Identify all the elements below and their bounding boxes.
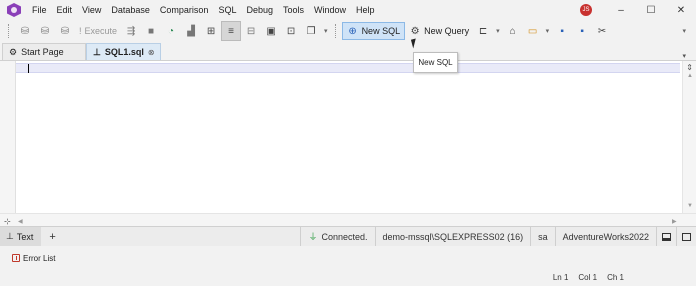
- split-editor-icon[interactable]: ⇕: [686, 63, 693, 72]
- menu-database[interactable]: Database: [106, 0, 155, 20]
- new-query-icon: ⚙: [410, 25, 420, 37]
- menu-sql[interactable]: SQL: [213, 0, 241, 20]
- error-list-button[interactable]: Error List: [23, 254, 55, 263]
- split-horizontal-icon[interactable]: ⊹: [4, 217, 11, 226]
- new-file-icon[interactable]: ⊏: [473, 21, 493, 41]
- toolbar-grip[interactable]: [8, 24, 11, 38]
- text-mode-icon[interactable]: ≡: [221, 21, 242, 41]
- save-all-icon[interactable]: ▪: [572, 21, 592, 41]
- new-sql-tooltip: New SQL: [413, 52, 458, 73]
- add-tab-icon[interactable]: +: [49, 231, 55, 243]
- minimize-icon: –: [618, 4, 624, 16]
- toolbar-grip-2[interactable]: [334, 24, 338, 38]
- gear-icon: ⚙: [9, 46, 18, 57]
- open-icon[interactable]: ⌂: [503, 21, 523, 41]
- pin-icon: ⊥: [93, 46, 101, 57]
- database-name[interactable]: AdventureWorks2022: [554, 227, 656, 246]
- pin-icon: ⊥: [6, 231, 14, 241]
- char-indicator: Ch 1: [607, 272, 624, 282]
- app-logo-icon: [7, 3, 21, 17]
- user-avatar[interactable]: JS: [580, 4, 592, 16]
- panel-bottom-icon: [662, 232, 671, 241]
- transaction-icon[interactable]: ⊡: [281, 21, 301, 41]
- execute-button[interactable]: ! Execute: [75, 22, 121, 40]
- text-view-tab[interactable]: ⊥ Text: [0, 227, 42, 246]
- error-list-bar: Error List: [0, 250, 696, 266]
- toolbar-options-icon[interactable]: ▾: [682, 27, 686, 35]
- scroll-down-icon[interactable]: ▼: [687, 203, 693, 209]
- new-sql-button[interactable]: ⊕ New SQL: [341, 22, 406, 40]
- new-sql-icon: ⊕: [348, 25, 357, 37]
- menu-file[interactable]: File: [27, 0, 52, 20]
- plan-icon[interactable]: ▣: [261, 21, 281, 41]
- error-list-icon: [12, 254, 20, 262]
- tree-icon[interactable]: ⊞: [201, 21, 221, 41]
- scroll-up-icon[interactable]: ▲: [687, 73, 693, 79]
- column-indicator: Col 1: [578, 272, 598, 282]
- close-icon: ✕: [676, 4, 686, 16]
- user-name[interactable]: sa: [530, 227, 555, 246]
- toolbar-overflow-arrow[interactable]: ▾: [324, 27, 328, 35]
- scroll-left-icon[interactable]: ◀: [18, 218, 23, 225]
- vertical-scrollbar[interactable]: ⇕ ▲ ▼: [682, 61, 696, 213]
- folder-dropdown-icon[interactable]: ▾: [546, 27, 550, 35]
- new-query-button[interactable]: ⚙ New Query: [405, 22, 473, 40]
- cut-icon[interactable]: ✂: [592, 21, 612, 41]
- document-tabs: ⚙ Start Page ⊥ SQL1.sql ⊗ ▾: [0, 42, 696, 60]
- stop-icon[interactable]: ■: [141, 21, 161, 41]
- toggle-fullscreen-button[interactable]: [676, 227, 696, 246]
- maximize-icon: ☐: [646, 4, 656, 16]
- connection-status: ⏚ Connected.: [300, 227, 374, 246]
- database-refresh-icon[interactable]: ⛁: [55, 21, 75, 41]
- database-connect-icon[interactable]: ⛁: [35, 21, 55, 41]
- editor-status-bar: ⊥ Text + ⏚ Connected. demo-mssql\SQLEXPR…: [0, 226, 696, 246]
- database-icon[interactable]: ⛁: [15, 21, 35, 41]
- folder-icon[interactable]: ▭: [523, 21, 543, 41]
- maximize-button[interactable]: ☐: [636, 0, 666, 20]
- save-icon[interactable]: ▪: [552, 21, 572, 41]
- sql-editor[interactable]: ⇕ ▲ ▼ ⊹ ◀ ▶: [0, 60, 696, 227]
- execute-icon: !: [79, 26, 82, 36]
- current-line-highlight: [16, 63, 680, 73]
- tab-close-icon[interactable]: ⊗: [148, 48, 155, 57]
- copy-windows-icon[interactable]: ❐: [301, 21, 321, 41]
- grid-icon[interactable]: ⊟: [241, 21, 261, 41]
- status-bar: Ln 1 Col 1 Ch 1: [0, 268, 696, 286]
- chart-icon[interactable]: ▟: [181, 21, 201, 41]
- menu-window[interactable]: Window: [309, 0, 351, 20]
- menu-debug[interactable]: Debug: [241, 0, 278, 20]
- line-indicator: Ln 1: [552, 272, 569, 282]
- close-window-button[interactable]: ✕: [666, 0, 696, 20]
- menu-tools[interactable]: Tools: [278, 0, 309, 20]
- minimize-button[interactable]: –: [606, 0, 636, 20]
- menu-edit[interactable]: Edit: [52, 0, 78, 20]
- toggle-results-button[interactable]: [656, 227, 676, 246]
- menu-bar: File Edit View Database Comparison SQL D…: [0, 0, 696, 20]
- tab-start-page[interactable]: ⚙ Start Page: [2, 43, 86, 60]
- main-toolbar: ⛁ ⛁ ⛁ ! Execute ⇶ ■ ◔ ▟ ⊞ ≡ ⊟ ▣ ⊡ ❐ ▾ ⊕ …: [0, 20, 696, 42]
- plug-icon: ⏚: [308, 232, 318, 242]
- panel-full-icon: [682, 232, 691, 241]
- menu-view[interactable]: View: [77, 0, 106, 20]
- horizontal-scrollbar[interactable]: ⊹ ◀ ▶: [0, 213, 696, 227]
- editor-gutter: [0, 61, 16, 213]
- execute-current-icon[interactable]: ⇶: [121, 21, 141, 41]
- new-file-dropdown-icon[interactable]: ▾: [496, 27, 500, 35]
- tab-sql1[interactable]: ⊥ SQL1.sql ⊗: [86, 43, 161, 60]
- scroll-right-icon[interactable]: ▶: [672, 218, 677, 225]
- menu-comparison[interactable]: Comparison: [155, 0, 214, 20]
- menu-help[interactable]: Help: [351, 0, 380, 20]
- text-caret: [28, 64, 29, 73]
- server-name[interactable]: demo-mssql\SQLEXPRESS02 (16): [374, 227, 531, 246]
- history-icon[interactable]: ◔: [161, 21, 181, 41]
- tabs-dropdown-icon[interactable]: ▾: [682, 52, 686, 60]
